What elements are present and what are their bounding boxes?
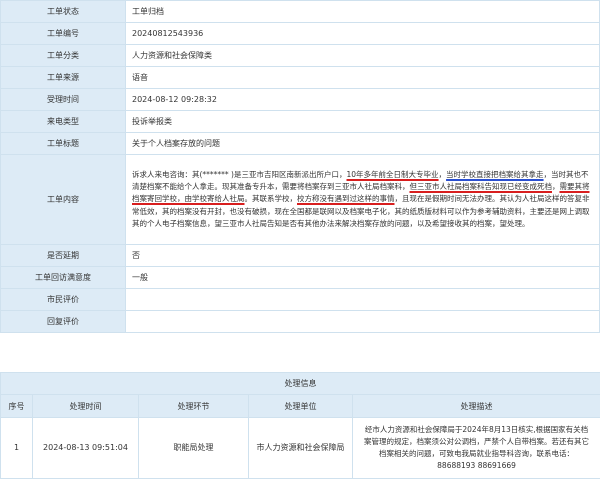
highlighted-phrase: 但三亚市人社局档案科告知现已经变成死档 [410,182,553,191]
highlighted-phrase: 校方称没有遇到过这样的事情 [297,194,395,203]
info-row-category: 工单分类 人力资源和社会保障类 [1,45,600,67]
row-time: 2024-08-13 09:51:04 [33,418,139,479]
highlighted-phrase: 10年多年前全日制大专毕业 [347,170,439,179]
status-value: 工单归档 [126,1,600,23]
info-row-satisfaction: 工单回访满意度 一般 [1,267,600,289]
title-value: 关于个人档案存放的问题 [126,133,600,155]
col-header-unit: 处理单位 [249,395,353,418]
info-row-status: 工单状态 工单归档 [1,1,600,23]
category-value: 人力资源和社会保障类 [126,45,600,67]
col-header-index: 序号 [1,395,33,418]
content-part: 诉求人来电咨询：其(******* )是三亚市吉阳区南新派出所户口， [132,170,347,179]
reply-rating-value [126,311,600,333]
content-label: 工单内容 [1,155,126,245]
title-label: 工单标题 [1,133,126,155]
work-order-info-table: 工单状态 工单归档 工单编号 20240812543936 工单分类 人力资源和… [0,0,600,333]
content-part: 。其联系学校， [245,194,298,203]
reply-rating-label: 回复评价 [1,311,126,333]
processing-section-title-row: 处理信息 [1,373,600,395]
info-row-number: 工单编号 20240812543936 [1,23,600,45]
processing-section-title: 处理信息 [1,373,600,395]
info-row-citizen-rating: 市民评价 [1,289,600,311]
info-row-content: 工单内容 诉求人来电咨询：其(******* )是三亚市吉阳区南新派出所户口，1… [1,155,600,245]
info-row-reply-rating: 回复评价 [1,311,600,333]
accept-time-value: 2024-08-12 09:28:32 [126,89,600,111]
row-stage: 职能局处理 [139,418,249,479]
row-desc: 经市人力资源和社会保障局于2024年8月13日核实,根据国家有关档案管理的规定，… [353,418,600,479]
source-value: 语音 [126,67,600,89]
complaint-text: 诉求人来电咨询：其(******* )是三亚市吉阳区南新派出所户口，10年多年前… [132,165,593,234]
row-index: 1 [1,418,33,479]
status-label: 工单状态 [1,1,126,23]
col-header-stage: 处理环节 [139,395,249,418]
satisfaction-label: 工单回访满意度 [1,267,126,289]
citizen-rating-value [126,289,600,311]
call-type-label: 来电类型 [1,111,126,133]
info-row-extension: 是否延期 否 [1,245,600,267]
processing-info-table: 处理信息 序号 处理时间 处理环节 处理单位 处理描述 1 2024-08-13… [0,372,600,479]
extension-label: 是否延期 [1,245,126,267]
processing-header-row: 序号 处理时间 处理环节 处理单位 处理描述 [1,395,600,418]
content-part: ， [439,170,447,179]
info-row-accept-time: 受理时间 2024-08-12 09:28:32 [1,89,600,111]
number-label: 工单编号 [1,23,126,45]
col-header-time: 处理时间 [33,395,139,418]
info-row-title: 工单标题 关于个人档案存放的问题 [1,133,600,155]
row-unit: 市人力资源和社会保障局 [249,418,353,479]
info-row-call-type: 来电类型 投诉举报类 [1,111,600,133]
extension-value: 否 [126,245,600,267]
table-row: 1 2024-08-13 09:51:04 职能局处理 市人力资源和社会保障局 … [1,418,600,479]
content-value: 诉求人来电咨询：其(******* )是三亚市吉阳区南新派出所户口，10年多年前… [126,155,600,245]
highlighted-phrase: 当时学校直接把档案给其拿走 [446,170,544,179]
category-label: 工单分类 [1,45,126,67]
source-label: 工单来源 [1,67,126,89]
content-part: ， [552,182,560,191]
work-order-page: 工单状态 工单归档 工单编号 20240812543936 工单分类 人力资源和… [0,0,600,487]
info-row-source: 工单来源 语音 [1,67,600,89]
call-type-value: 投诉举报类 [126,111,600,133]
col-header-desc: 处理描述 [353,395,600,418]
number-value: 20240812543936 [126,23,600,45]
satisfaction-value: 一般 [126,267,600,289]
accept-time-label: 受理时间 [1,89,126,111]
citizen-rating-label: 市民评价 [1,289,126,311]
